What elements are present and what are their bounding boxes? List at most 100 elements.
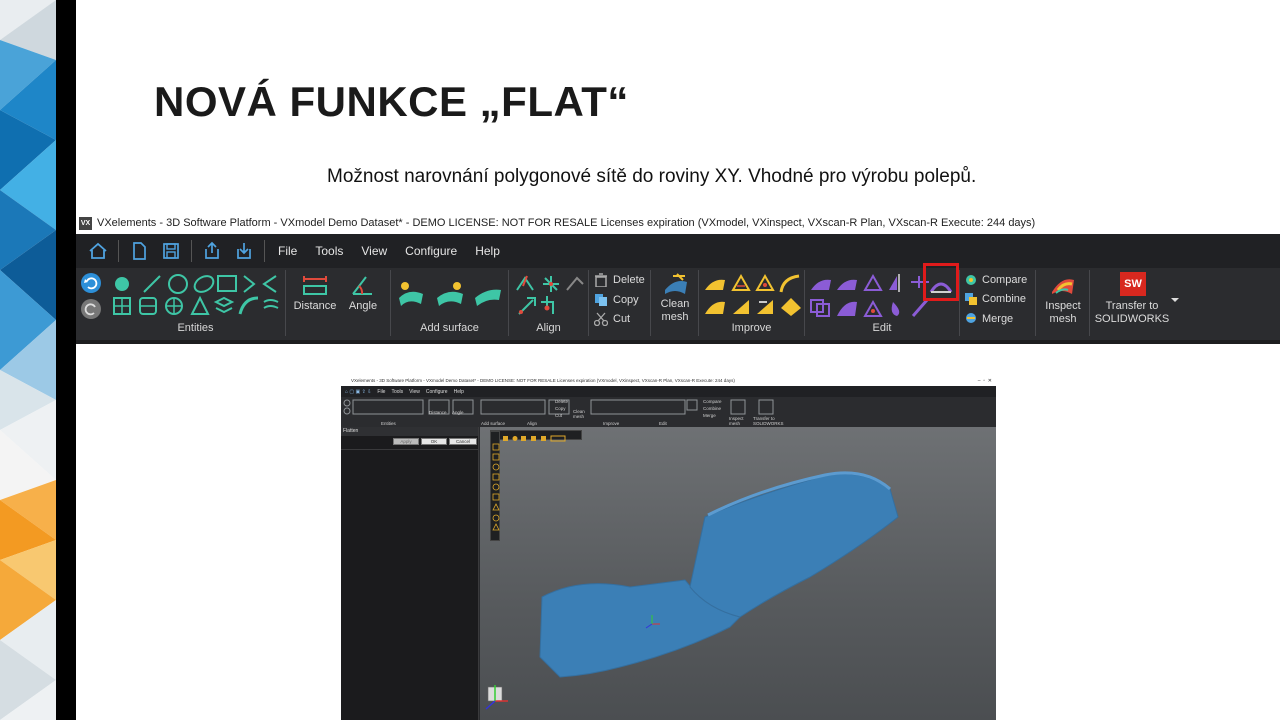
group-improve: Improve	[699, 270, 805, 336]
add-surface-icons[interactable]	[397, 280, 505, 306]
home-icon[interactable]	[87, 240, 109, 262]
group-compare: Compare Combine Merge	[960, 270, 1036, 336]
nested-menu-tools[interactable]: Tools	[391, 389, 403, 395]
vx-logo-icon: VX	[79, 216, 92, 230]
transfer-label-2[interactable]: SOLIDWORKS	[1090, 313, 1174, 326]
nested-group-add-surface: Add surface	[481, 421, 506, 426]
align-icons[interactable]	[513, 272, 585, 318]
new-file-icon[interactable]	[128, 240, 150, 262]
nested-delete-label: Delete	[555, 399, 569, 404]
entities-icons[interactable]	[112, 272, 282, 318]
window-title: VXelements - 3D Software Platform - VXmo…	[97, 217, 1036, 229]
distance-icon[interactable]	[302, 274, 328, 296]
group-entities: Entities	[106, 270, 286, 336]
save-icon[interactable]	[160, 240, 182, 262]
inspect-mesh-label-2[interactable]: mesh	[1036, 313, 1090, 326]
black-side-bar	[56, 0, 76, 720]
window-titlebar: VX VXelements - 3D Software Platform - V…	[76, 212, 1280, 234]
inspect-mesh-label-1[interactable]: Inspect	[1036, 300, 1090, 313]
separator	[191, 240, 192, 262]
nested-group-entities: Entities	[381, 421, 396, 426]
import-icon[interactable]	[201, 240, 223, 262]
nested-combine-label: Combine	[703, 406, 722, 411]
nested-clean-mesh-label: Clean mesh	[573, 409, 585, 419]
distance-label[interactable]: Distance	[290, 300, 340, 313]
apply-button[interactable]: Apply	[393, 438, 419, 445]
menu-tools[interactable]: Tools	[315, 244, 343, 258]
decorative-triangles	[0, 0, 56, 720]
undo-icon[interactable]	[80, 272, 102, 294]
nested-group-align: Align	[527, 421, 538, 426]
angle-label[interactable]: Angle	[338, 300, 388, 313]
nested-cut-label: Cut	[555, 413, 563, 418]
menu-file[interactable]: File	[278, 244, 297, 258]
nested-compare-label: Compare	[703, 399, 722, 404]
toolbar-screenshot: VX VXelements - 3D Software Platform - V…	[76, 212, 1280, 344]
cut-icon[interactable]	[594, 312, 608, 326]
group-transfer: SW Transfer to SOLIDWORKS	[1090, 270, 1190, 336]
copy-icon[interactable]	[594, 293, 608, 307]
group-measure: Distance Angle	[286, 270, 391, 336]
compare-icon[interactable]	[964, 273, 978, 287]
group-add-surface: Add surface	[391, 270, 509, 336]
improve-icons[interactable]	[703, 272, 803, 318]
clean-mesh-icon[interactable]	[663, 272, 689, 296]
slide-title: NOVÁ FUNKCE „FLAT“	[154, 78, 629, 125]
nested-merge-label: Merge	[703, 413, 716, 418]
mesh-model[interactable]	[480, 427, 996, 720]
nested-distance-label: Distance	[429, 410, 447, 415]
nested-menu-view[interactable]: View	[409, 389, 420, 395]
combine-label[interactable]: Combine	[982, 293, 1026, 305]
redo-icon[interactable]	[80, 298, 102, 320]
chevron-down-icon[interactable]	[1170, 296, 1180, 304]
menu-configure[interactable]: Configure	[405, 244, 457, 258]
merge-icon[interactable]	[964, 311, 978, 325]
nested-menu-file[interactable]: File	[377, 389, 385, 395]
menu-help[interactable]: Help	[475, 244, 500, 258]
group-inspect-mesh: Inspect mesh	[1036, 270, 1090, 336]
nested-app-screenshot: VXelements - 3D Software Platform - VXmo…	[341, 376, 996, 720]
group-align: Align	[509, 270, 589, 336]
clean-mesh-label-2[interactable]: mesh	[651, 311, 699, 324]
export-icon[interactable]	[233, 240, 255, 262]
copy-label[interactable]: Copy	[613, 294, 639, 306]
delete-icon[interactable]	[594, 273, 608, 287]
transfer-label-1[interactable]: Transfer to	[1090, 300, 1174, 313]
nested-ribbon: Entities Distance Angle Add surface Alig…	[341, 397, 996, 427]
merge-label[interactable]: Merge	[982, 313, 1013, 325]
nested-titlebar: VXelements - 3D Software Platform - VXmo…	[341, 376, 996, 386]
group-label-entities: Entities	[177, 322, 214, 334]
nested-menu-configure[interactable]: Configure	[426, 389, 448, 395]
flatten-panel-title: Flatten	[341, 427, 478, 436]
nested-group-improve: Improve	[603, 421, 620, 426]
edit-icons[interactable]	[809, 272, 933, 318]
cut-label[interactable]: Cut	[613, 313, 630, 325]
group-edit: Edit	[805, 263, 960, 336]
combine-icon[interactable]	[964, 292, 978, 306]
nested-angle-label: Angle	[452, 410, 464, 415]
nested-menu-help[interactable]: Help	[454, 389, 464, 395]
group-clipboard: Delete Copy Cut	[589, 270, 651, 336]
menu-bar: File Tools View Configure Help	[76, 234, 1280, 268]
3d-viewport[interactable]	[480, 427, 996, 720]
solidworks-logo-icon[interactable]: SW	[1120, 272, 1146, 296]
group-label-improve: Improve	[731, 322, 772, 334]
menu-view[interactable]: View	[361, 244, 387, 258]
nested-transfer-label: Transfer to SOLIDWORKS	[753, 416, 784, 426]
group-label-align: Align	[536, 322, 561, 334]
window-controls-icon[interactable]: – ▫ ✕	[978, 376, 992, 386]
flatten-panel: Flatten Apply OK Cancel	[341, 427, 479, 720]
nested-copy-label: Copy	[555, 406, 566, 411]
separator	[264, 240, 265, 262]
inspect-mesh-icon[interactable]	[1050, 274, 1076, 296]
compare-label[interactable]: Compare	[982, 274, 1027, 286]
cancel-button[interactable]: Cancel	[449, 438, 477, 445]
delete-label[interactable]: Delete	[613, 274, 645, 286]
ok-button[interactable]: OK	[421, 438, 447, 445]
nested-quick-icons[interactable]: ⌂ ▢ ▣ ⇪ ⇩	[345, 389, 371, 395]
nested-group-edit: Edit	[659, 421, 667, 426]
panel-divider	[341, 449, 479, 450]
clean-mesh-label-1[interactable]: Clean	[651, 298, 699, 311]
angle-icon[interactable]	[350, 273, 374, 297]
flatten-highlight-box	[923, 263, 959, 301]
